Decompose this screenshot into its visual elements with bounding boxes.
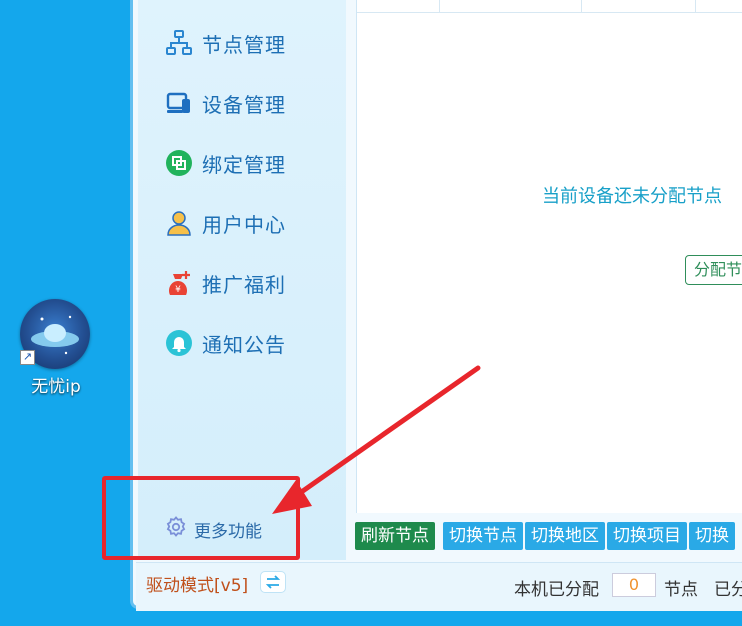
device-icon: [164, 88, 194, 118]
node-panel: 当前设备还未分配节点 分配节: [356, 0, 742, 513]
node-toolbar: 刷新节点 切换节点 切换地区 切换项目 切换: [355, 522, 737, 550]
money-bag-icon: ¥: [164, 268, 194, 298]
sidebar-item-label: 通知公告: [202, 332, 286, 357]
refresh-nodes-button[interactable]: 刷新节点: [355, 522, 435, 550]
sidebar-item-label: 绑定管理: [202, 152, 286, 177]
shortcut-arrow-icon: ↗: [20, 350, 35, 365]
status-bar: 驱动模式[v5] 本机已分配 0 节点 已分: [136, 562, 742, 611]
sidebar-item-user-center[interactable]: 用户中心: [164, 206, 286, 240]
user-icon: [164, 208, 194, 238]
switch-more-button[interactable]: 切换: [689, 522, 735, 550]
sidebar-item-label: 推广福利: [202, 272, 286, 297]
switch-mode-icon[interactable]: [260, 571, 286, 593]
svg-text:¥: ¥: [175, 285, 181, 295]
sidebar-item-binding[interactable]: 绑定管理: [164, 146, 286, 180]
assigned-count: 0: [612, 573, 656, 597]
assign-node-button[interactable]: 分配节: [685, 255, 742, 285]
drive-mode-label: 驱动模式[v5]: [146, 576, 249, 596]
sidebar-item-label: 用户中心: [202, 212, 286, 237]
sidebar-item-notice[interactable]: 通知公告: [164, 326, 286, 360]
shortcut-label: 无忧ip: [31, 377, 81, 397]
column-divider: [695, 0, 696, 12]
assigned-label: 本机已分配: [514, 580, 599, 600]
switch-project-button[interactable]: 切换项目: [607, 522, 687, 550]
sidebar-item-promotion[interactable]: ¥ 推广福利: [164, 266, 286, 300]
sitemap-icon: [164, 28, 194, 58]
sidebar-item-label: 设备管理: [202, 92, 286, 117]
column-divider: [439, 0, 440, 12]
sidebar-item-label: 节点管理: [202, 32, 286, 57]
empty-message: 当前设备还未分配节点: [542, 186, 722, 207]
bell-icon: [164, 328, 194, 358]
column-divider: [581, 0, 582, 12]
sidebar-item-devices[interactable]: 设备管理: [164, 86, 286, 120]
node-table-header: [357, 0, 742, 13]
switch-node-button[interactable]: 切换节点: [443, 522, 523, 550]
highlight-box: [102, 476, 300, 560]
sidebar-item-nodes[interactable]: 节点管理: [164, 26, 286, 60]
bind-icon: [164, 148, 194, 178]
allocated-label: 已分: [714, 580, 742, 600]
switch-region-button[interactable]: 切换地区: [525, 522, 605, 550]
node-unit-label: 节点: [664, 580, 698, 600]
